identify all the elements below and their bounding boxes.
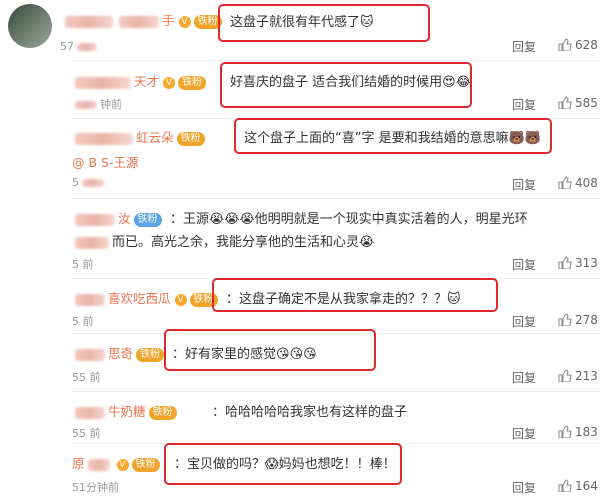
verified-icon: V xyxy=(178,15,191,28)
like-button[interactable]: 278 xyxy=(558,313,598,327)
reply-button[interactable]: 回复 xyxy=(512,176,536,193)
thumb-up-icon xyxy=(558,369,572,382)
comment-text: ：哈哈哈哈哈我家也有这样的盘子 xyxy=(212,405,408,420)
fan-badge: 铁粉 xyxy=(148,405,177,420)
crying-emoji-icon: 😭 xyxy=(209,212,225,227)
comment-row: 牛奶糖 铁粉 ：哈哈哈哈哈我家也有这样的盘子 55 前 回复 183 xyxy=(0,391,600,443)
verified-icon: V xyxy=(163,76,176,89)
highlight-box xyxy=(212,278,498,312)
comment-row: 汝铁粉 ：王源😭😭😭他明明就是一个现实中真实活着的人，明星光环 而已。高光之余，… xyxy=(0,198,600,278)
like-button[interactable]: 628 xyxy=(558,38,598,52)
thumb-up-icon xyxy=(558,96,572,109)
timestamp: 55 前 xyxy=(72,371,101,384)
username[interactable]: 牛奶糖 铁粉 xyxy=(72,401,177,420)
crying-emoji-icon: 😭 xyxy=(224,212,240,227)
thumb-up-icon xyxy=(558,176,572,189)
highlight-box xyxy=(164,329,376,371)
highlight-box xyxy=(234,118,552,154)
like-button[interactable]: 408 xyxy=(558,176,598,190)
username[interactable]: 思奇 铁粉 xyxy=(72,343,165,362)
fan-badge: 铁粉 xyxy=(178,75,207,90)
fan-badge: 铁粉 xyxy=(136,347,165,362)
thumb-up-icon xyxy=(558,256,572,269)
timestamp: 5 前 xyxy=(72,258,94,271)
fan-badge: 铁粉 xyxy=(133,212,162,227)
timestamp: 5 前 xyxy=(72,315,94,328)
comment-text: ：王源😭😭😭他明明就是一个现实中真实活着的人，明星光环 xyxy=(170,212,528,227)
redacted-name xyxy=(75,406,105,419)
verified-icon: V xyxy=(116,458,129,471)
username[interactable]: 原 V 铁粉 xyxy=(72,453,160,472)
redacted-name xyxy=(75,348,105,361)
verified-icon: V xyxy=(174,293,187,306)
reply-button[interactable]: 回复 xyxy=(512,479,536,496)
username[interactable]: 汝铁粉 xyxy=(72,208,162,227)
redacted-name xyxy=(75,132,133,145)
mention-link[interactable]: @ B S-王源 xyxy=(72,152,138,171)
timestamp: 57 xyxy=(60,40,100,53)
redacted-name xyxy=(65,15,113,28)
avatar[interactable] xyxy=(8,4,52,48)
thumb-up-icon xyxy=(558,479,572,492)
thumb-up-icon xyxy=(558,38,572,51)
redacted-name xyxy=(75,213,115,226)
comment-text-line2: 而已。高光之余，我能分享他的生活和心灵😭 xyxy=(72,231,374,250)
reply-button[interactable]: 回复 xyxy=(512,425,536,442)
reply-button[interactable]: 回复 xyxy=(512,256,536,273)
reply-button[interactable]: 回复 xyxy=(512,369,536,386)
like-button[interactable]: 213 xyxy=(558,369,598,383)
timestamp: 55 前 xyxy=(72,427,101,440)
redacted-name xyxy=(75,76,131,89)
reply-button[interactable]: 回复 xyxy=(512,96,536,113)
like-button[interactable]: 183 xyxy=(558,425,598,439)
crying-emoji-icon: 😭 xyxy=(239,212,255,227)
crying-emoji-icon: 😭 xyxy=(359,235,375,250)
reply-button[interactable]: 回复 xyxy=(512,313,536,330)
timestamp: 5 xyxy=(72,176,107,189)
like-button[interactable]: 313 xyxy=(558,256,598,270)
redacted-name xyxy=(119,15,159,28)
username[interactable]: 天才 V 铁粉 xyxy=(72,71,207,90)
thumb-up-icon xyxy=(558,313,572,326)
fan-badge: 铁粉 xyxy=(176,131,205,146)
like-button[interactable]: 585 xyxy=(558,96,598,110)
redacted-name xyxy=(75,293,105,306)
username[interactable]: 虹云朵 铁粉 xyxy=(72,127,205,146)
thumb-up-icon xyxy=(558,425,572,438)
highlight-box xyxy=(164,443,402,485)
timestamp: 钟前 xyxy=(72,96,122,112)
highlight-box xyxy=(220,62,472,108)
username[interactable]: 喜欢吃西瓜 V 铁粉 xyxy=(72,288,218,307)
like-button[interactable]: 164 xyxy=(558,479,598,493)
timestamp: 51分钟前 xyxy=(72,481,119,494)
highlight-box xyxy=(218,4,430,42)
username[interactable]: 手 V 铁粉 xyxy=(62,10,222,29)
redacted-name xyxy=(87,458,110,471)
fan-badge: 铁粉 xyxy=(131,457,160,472)
reply-button[interactable]: 回复 xyxy=(512,38,536,55)
